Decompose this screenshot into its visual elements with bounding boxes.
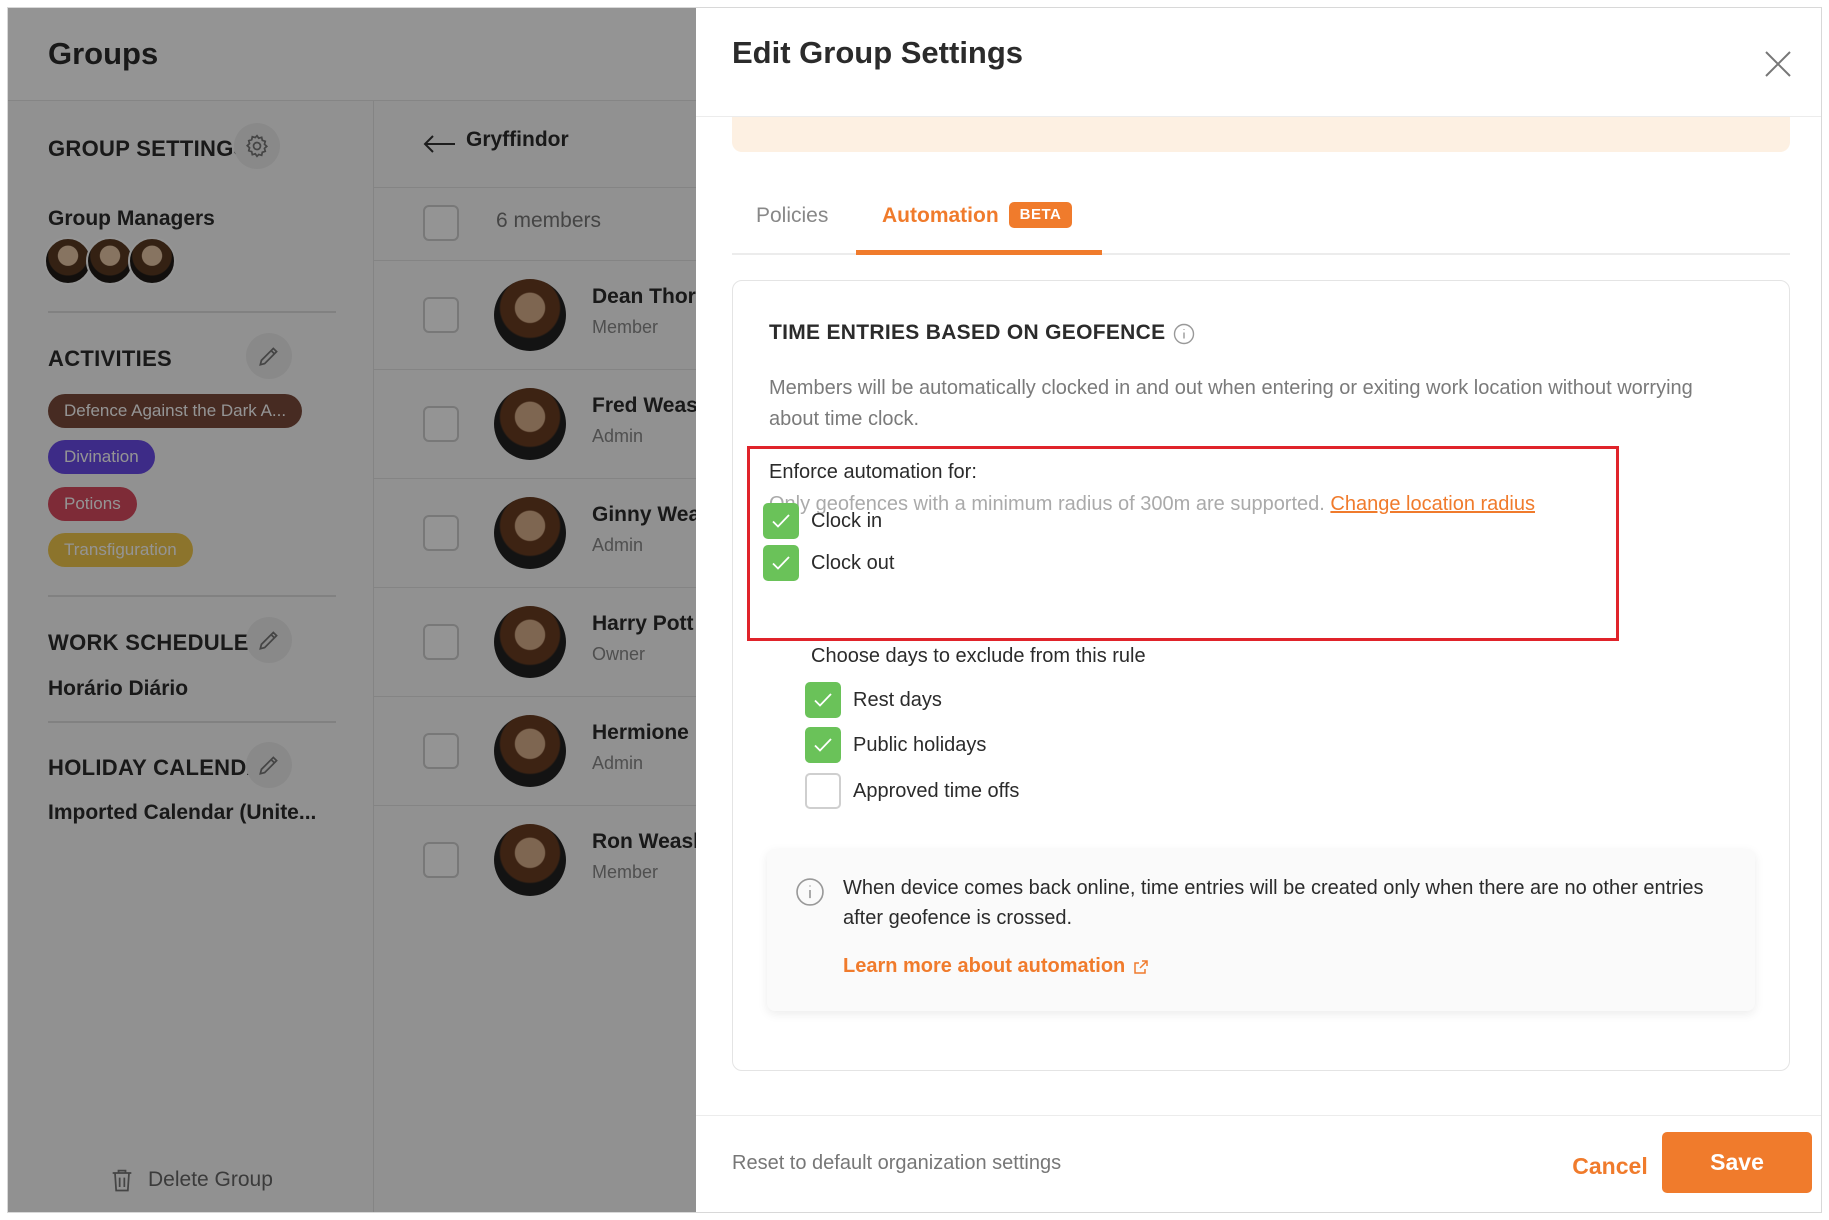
tab-automation-label: Automation (882, 204, 999, 227)
reset-defaults-link[interactable]: Reset to default organization settings (732, 1152, 1061, 1175)
rest-days-checkbox[interactable]: Rest days (805, 682, 942, 718)
learn-more-label: Learn more about automation (843, 955, 1126, 977)
beta-badge: BETA (1008, 202, 1073, 228)
save-button[interactable]: Save (1662, 1132, 1812, 1193)
info-icon[interactable] (1173, 323, 1195, 345)
checkbox-checked[interactable] (805, 682, 841, 718)
approved-time-offs-checkbox[interactable]: Approved time offs (805, 773, 1019, 809)
clock-out-checkbox[interactable]: Clock out (763, 545, 894, 581)
offline-note-box: When device comes back online, time entr… (767, 849, 1755, 1011)
close-icon[interactable] (1760, 46, 1796, 82)
cancel-button[interactable]: Cancel (1565, 1141, 1655, 1191)
modal-backdrop[interactable] (8, 8, 696, 1212)
geofence-automation-card: TIME ENTRIES BASED ON GEOFENCE Members w… (732, 280, 1790, 1071)
external-link-icon (1134, 959, 1148, 974)
edit-group-settings-panel: Edit Group Settings Policies Automation B… (696, 8, 1821, 1212)
check-icon (772, 556, 790, 570)
checkbox-checked[interactable] (763, 503, 799, 539)
info-icon (796, 878, 824, 906)
learn-more-link[interactable]: Learn more about automation (843, 955, 1149, 978)
checkbox-checked[interactable] (763, 545, 799, 581)
public-holidays-checkbox[interactable]: Public holidays (805, 727, 986, 763)
checkbox-checked[interactable] (805, 727, 841, 763)
app-window: Groups GROUP SETTINGS Group Managers ACT… (7, 7, 1822, 1213)
clock-in-label: Clock in (811, 509, 883, 532)
exclude-days-label: Choose days to exclude from this rule (811, 645, 1146, 667)
panel-header: Edit Group Settings (696, 8, 1821, 117)
change-location-radius-link[interactable]: Change location radius (1330, 493, 1535, 515)
enforce-label: Enforce automation for: (769, 461, 977, 483)
public-holidays-label: Public holidays (853, 733, 987, 756)
approved-time-offs-label: Approved time offs (853, 779, 1020, 802)
clock-in-checkbox[interactable]: Clock in (763, 503, 882, 539)
checkbox-unchecked[interactable] (805, 773, 841, 809)
panel-footer: Reset to default organization settings C… (696, 1115, 1821, 1212)
check-icon (814, 693, 832, 707)
check-icon (772, 514, 790, 528)
section-description: Members will be automatically clocked in… (769, 377, 1693, 430)
settings-tabs: Policies Automation BETA (732, 193, 1790, 255)
offline-note-text: When device comes back online, time entr… (843, 877, 1704, 929)
tab-automation[interactable]: Automation BETA (856, 193, 1102, 255)
section-title: TIME ENTRIES BASED ON GEOFENCE (769, 321, 1166, 344)
panel-title: Edit Group Settings (732, 35, 1024, 70)
check-icon (814, 738, 832, 752)
rest-days-label: Rest days (853, 688, 942, 711)
clock-out-label: Clock out (811, 551, 895, 574)
warning-banner-edge (732, 117, 1790, 152)
radius-note: Only geofences with a minimum radius of … (769, 493, 1535, 516)
tab-policies[interactable]: Policies (756, 193, 828, 255)
